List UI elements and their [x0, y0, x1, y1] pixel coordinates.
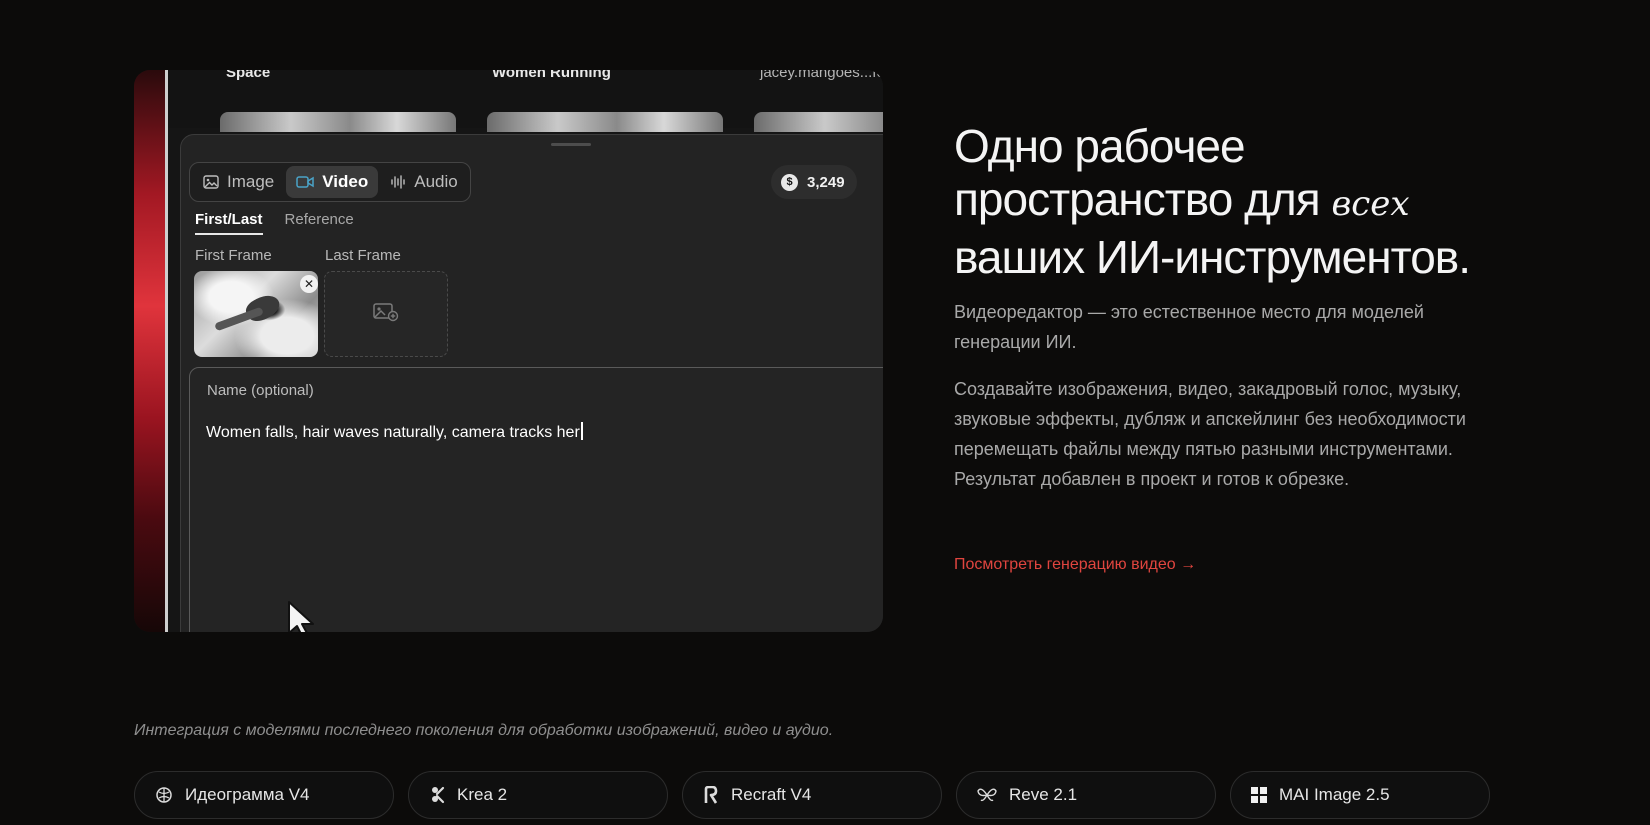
media-thumbnail-row: Space Women Running jacey.mangoes...forc…	[168, 70, 883, 132]
frame-mode-tabs: First/Last Reference	[195, 211, 354, 235]
model-chip-reve[interactable]: Reve 2.1	[956, 771, 1216, 819]
add-image-icon	[373, 302, 399, 327]
headline-line-1: Одно рабочее	[954, 120, 1246, 172]
mode-switcher: Image Video Audio	[189, 162, 471, 202]
model-chip-label: Recraft V4	[731, 785, 812, 804]
video-generation-link[interactable]: Посмотреть генерацию видео →	[954, 556, 1196, 574]
text-caret	[580, 422, 583, 440]
media-thumbnail[interactable]	[487, 112, 723, 132]
model-chip-recraft[interactable]: Recraft V4	[682, 771, 942, 819]
subtab-reference[interactable]: Reference	[285, 211, 354, 235]
ideogram-icon	[155, 786, 173, 804]
model-chip-label: Krea 2	[457, 785, 508, 804]
credits-badge[interactable]: $ 3,249	[771, 165, 857, 199]
last-frame-label: Last Frame	[325, 247, 401, 264]
mouse-pointer-icon	[286, 600, 320, 632]
media-thumbnail[interactable]	[220, 112, 456, 132]
reve-icon	[977, 787, 997, 803]
model-chip-label: Идеограмма V4	[185, 785, 310, 804]
intro-paragraph: Видеоредактор — это естественное место д…	[954, 302, 1424, 352]
drag-handle[interactable]	[551, 143, 591, 146]
headline-line-2: пространство для	[954, 173, 1332, 225]
thumbnail-label-author: jacey.mangoes...force	[760, 70, 883, 81]
credits-value: 3,249	[807, 173, 845, 191]
headline-italic-word: всех	[1331, 184, 1410, 224]
timeline-strip	[134, 70, 168, 632]
model-chip-label: Reve 2.1	[1009, 785, 1078, 804]
last-frame-slot[interactable]	[324, 271, 448, 357]
media-thumbnail[interactable]	[754, 112, 883, 132]
first-frame-label: First Frame	[195, 247, 272, 264]
mode-tab-image[interactable]: Image	[193, 166, 284, 198]
model-chip-label: MAI Image 2.5	[1279, 785, 1390, 804]
krea-icon	[429, 786, 445, 804]
integration-note: Интеграция с моделями последнего поколен…	[134, 722, 834, 739]
windows-grid-icon	[1251, 787, 1267, 803]
image-icon	[203, 175, 219, 189]
mode-tab-label: Audio	[414, 172, 458, 191]
model-chip-ideogram[interactable]: Идеограмма V4	[134, 771, 394, 819]
video-icon	[296, 175, 314, 189]
first-frame-slot[interactable]: ✕	[194, 271, 318, 357]
prompt-input[interactable]: Name (optional) Women falls, hair waves …	[189, 367, 883, 632]
mode-tab-video[interactable]: Video	[286, 166, 379, 198]
mode-tab-audio[interactable]: Audio	[380, 166, 467, 198]
headline-line-3: ваших ИИ-инструментов.	[954, 231, 1471, 283]
coin-icon: $	[781, 173, 798, 191]
model-chip-mai[interactable]: MAI Image 2.5	[1230, 771, 1490, 819]
product-preview: Space Women Running jacey.mangoes...forc…	[134, 70, 883, 632]
thumbnail-label-women-running: Women Running	[492, 70, 611, 81]
mode-tab-label: Video	[322, 172, 369, 191]
generation-panel: Image Video Audio $ 3,249 First/Last Ref…	[180, 134, 883, 632]
prompt-text[interactable]: Women falls, hair waves naturally, camer…	[206, 422, 583, 442]
subtab-first-last[interactable]: First/Last	[195, 211, 263, 235]
close-icon[interactable]: ✕	[300, 275, 318, 293]
audio-wave-icon	[390, 175, 406, 189]
features-paragraph: Создавайте изображения, видео, закадровы…	[954, 379, 1466, 489]
model-chip-krea[interactable]: Krea 2	[408, 771, 668, 819]
mode-tab-label: Image	[227, 172, 275, 191]
recraft-icon	[703, 786, 719, 804]
model-chip-row: Идеограмма V4 Krea 2 Recraft V4 Reve 2.1…	[134, 771, 1490, 819]
thumbnail-label-space: Space	[226, 70, 271, 81]
prompt-label: Name (optional)	[207, 382, 314, 399]
section-headline: Одно рабочее пространство для всех ваших…	[954, 120, 1554, 284]
